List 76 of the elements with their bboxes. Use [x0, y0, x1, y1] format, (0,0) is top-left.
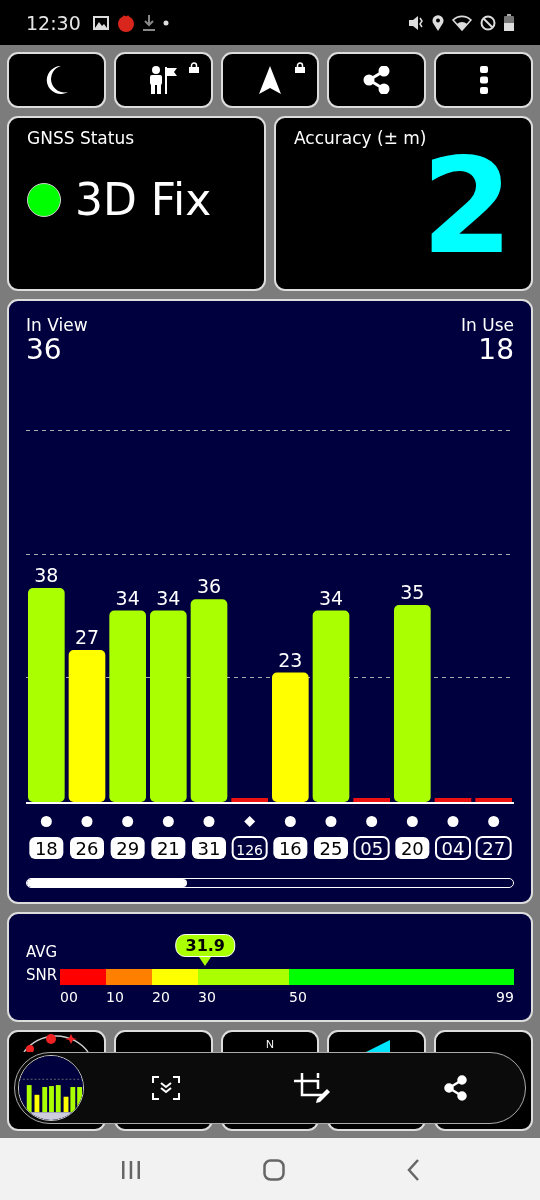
toolbar-button[interactable]	[327, 52, 427, 108]
satellite-id-label: 21	[151, 836, 186, 859]
satellite-id-label: 16	[273, 836, 308, 859]
signal-bar	[231, 797, 268, 802]
satellite-id-label: 25	[314, 836, 348, 859]
x-tick-label: 20	[400, 837, 424, 859]
satellite-id-label: 18	[29, 836, 64, 859]
notification-dot-icon	[162, 19, 169, 26]
scroll-capture-icon	[152, 1076, 180, 1100]
download-icon	[142, 14, 155, 31]
recent-apps-icon	[121, 1159, 141, 1180]
toolbar-button[interactable]	[220, 52, 320, 108]
bar-value-label: 35	[400, 580, 425, 603]
signal-bar	[434, 797, 472, 802]
bar-value-label: 23	[278, 648, 303, 671]
fix-status: 3D Fix	[75, 174, 212, 225]
app-notification-icon	[116, 13, 135, 32]
scale-tick-label: 30	[198, 989, 216, 1005]
avg-label: AVG	[26, 943, 58, 961]
badge-pointer-icon	[199, 957, 212, 967]
more-icon	[479, 66, 488, 94]
in-view-label: In View	[26, 315, 88, 335]
x-tick-label: 21	[156, 837, 180, 859]
satellite-id-label: 29	[110, 836, 145, 859]
signal-bar	[353, 797, 390, 802]
clock-time: 12:30	[26, 11, 81, 34]
toolbar-button[interactable]	[113, 52, 213, 108]
blocked-icon	[480, 14, 496, 31]
snr-label: SNR	[26, 966, 58, 984]
navigation-arrow-icon	[258, 65, 282, 95]
x-tick-label: 25	[319, 837, 343, 859]
scale-tick-label: 10	[106, 989, 124, 1005]
gallery-icon	[92, 15, 109, 30]
scale-tick-label: 00	[60, 989, 78, 1005]
satellite-id-label: 126	[231, 835, 268, 860]
card-title: GNSS Status	[27, 128, 136, 148]
x-tick-label: 126	[236, 841, 264, 858]
share-icon	[362, 66, 391, 94]
bar-value-label: 27	[74, 625, 100, 648]
satellite-id-label: 05	[353, 835, 390, 860]
x-tick-label: 26	[75, 837, 99, 859]
signal-bar	[475, 797, 512, 802]
scale-tick-label: 99	[496, 989, 514, 1005]
in-use-label: In Use	[461, 315, 514, 335]
in-view-count: 36	[26, 335, 63, 366]
satellite-id-label: 26	[70, 836, 104, 859]
toolbar-button[interactable]	[434, 52, 533, 108]
in-use-count: 18	[478, 335, 514, 366]
toolbar-button[interactable]	[7, 52, 106, 108]
x-tick-label: 31	[197, 837, 221, 859]
scale-tick-label: 50	[289, 989, 307, 1005]
crop-edit-icon	[294, 1073, 330, 1103]
satellite-id-label: 31	[192, 836, 226, 859]
location-icon	[432, 14, 444, 31]
bar-value-label: 34	[115, 586, 140, 609]
battery-icon	[504, 14, 514, 31]
bar-value-label: 36	[196, 575, 222, 598]
scale-tick-label: 20	[152, 989, 170, 1005]
x-tick-label: 27	[482, 837, 506, 859]
bar-value-label: 34	[156, 586, 181, 609]
person-flag-icon	[148, 65, 179, 95]
x-tick-label: 18	[34, 837, 58, 859]
home-icon	[263, 1158, 285, 1181]
x-tick-label: 05	[360, 837, 384, 859]
x-tick-label: 29	[116, 837, 140, 859]
bar-value-label: 38	[34, 563, 59, 586]
vibrate-mute-icon	[408, 14, 424, 31]
back-icon	[407, 1158, 419, 1181]
wifi-icon	[452, 14, 472, 31]
satellite-id-label: 04	[435, 835, 471, 860]
x-tick-label: 04	[441, 837, 465, 859]
x-tick-label: 16	[278, 837, 302, 859]
satellite-id-label: 27	[475, 835, 512, 860]
bar-value-label: 34	[318, 586, 344, 609]
satellite-id-label: 20	[395, 836, 430, 859]
share-icon	[444, 1075, 468, 1101]
